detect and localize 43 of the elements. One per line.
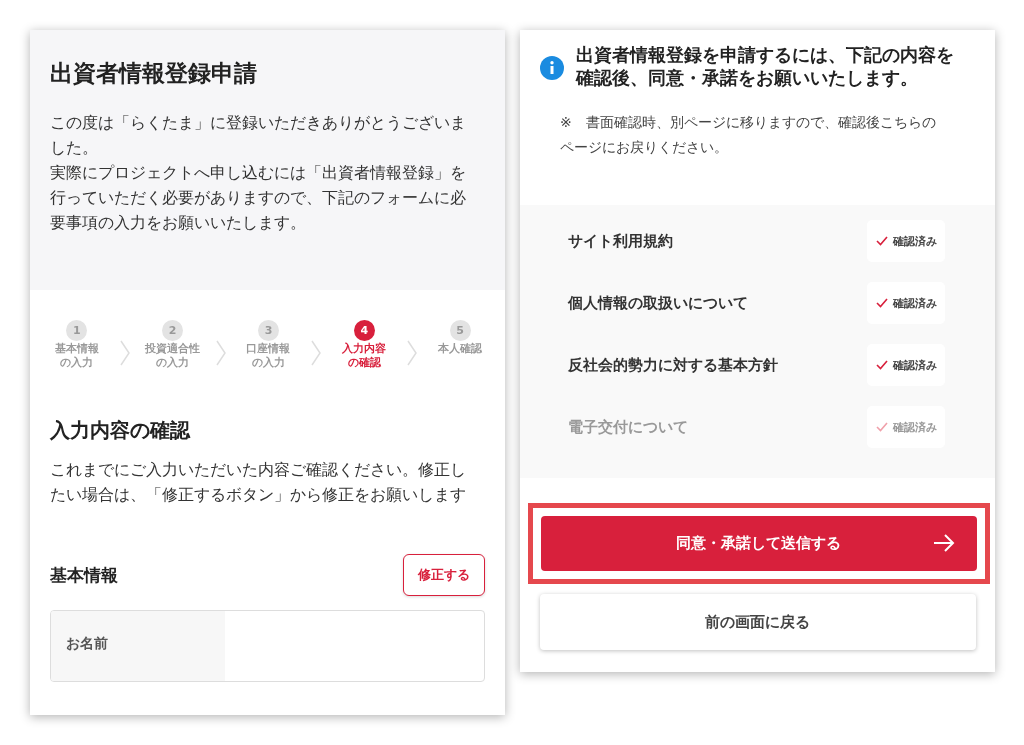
step-number: 3 — [258, 320, 279, 341]
arrow-right-icon — [932, 534, 955, 552]
step-number: 5 — [449, 320, 471, 341]
chevron-icon — [214, 340, 227, 366]
info-text: 出資者情報登録を申請するには、下記の内容を確認後、同意・承諾をお願いいたします。 — [576, 44, 955, 90]
chevron-icon — [310, 340, 323, 366]
submit-button[interactable]: 同意・承諾して送信する — [540, 516, 977, 571]
chevron-icon — [406, 340, 419, 366]
chevron-icon — [118, 340, 131, 366]
check-icon — [875, 298, 888, 308]
step-label: 入力内容 — [342, 341, 387, 355]
info-icon — [540, 56, 564, 80]
section-title: 入力内容の確認 — [50, 417, 192, 444]
step-number: 1 — [66, 320, 88, 341]
note-text: ※ 書面確認時、別ページに移りますので、確認後こちらのページにお戻りください。 — [560, 113, 937, 157]
step-label: の入力 — [156, 355, 190, 369]
edit-button[interactable]: 修正する — [403, 554, 485, 596]
status-text: 確認済み — [892, 233, 937, 249]
status-text: 確認済み — [892, 419, 937, 435]
section-text: これまでにご入力いただいた内容ご確認ください。修正したい場合は、「修正するボタン」から修正をお願いします — [50, 460, 467, 506]
document-link[interactable]: 個人情報の取扱いについて — [568, 293, 748, 313]
step-number: 2 — [162, 320, 184, 341]
check-icon — [875, 422, 888, 432]
back-button[interactable]: 前の画面に戻る — [539, 594, 976, 650]
table-label: お名前 — [51, 611, 225, 681]
check-icon — [875, 236, 888, 246]
check-icon — [875, 360, 888, 370]
document-link[interactable]: 反社会的勢力に対する基本方針 — [568, 355, 778, 375]
step-label: 投資適合性 — [145, 341, 201, 355]
intro-text: 実際にプロジェクトへ申し込むには「出資者情報登録」を行っていただく必要がありますので、下記のフォームに必要事項の入力をお願いいたします。 — [50, 163, 467, 234]
step-label: の確認 — [347, 355, 381, 369]
page-title: 出資者情報登録申請 — [50, 59, 258, 88]
step-label: 口座情報 — [246, 341, 291, 355]
step-label: の入力 — [252, 355, 285, 369]
step-number: 4 — [353, 320, 375, 341]
group-title: 基本情報 — [50, 563, 118, 587]
intro-text: この度は「らくたま」に登録いただきありがとうございました。 — [50, 113, 467, 159]
step-label: の入力 — [60, 355, 94, 369]
step-label: 本人確認 — [438, 341, 483, 355]
document-link[interactable]: サイト利用規約 — [568, 231, 673, 251]
status-text: 確認済み — [892, 295, 937, 311]
step-label: 基本情報 — [54, 341, 99, 355]
status-text: 確認済み — [892, 357, 937, 373]
